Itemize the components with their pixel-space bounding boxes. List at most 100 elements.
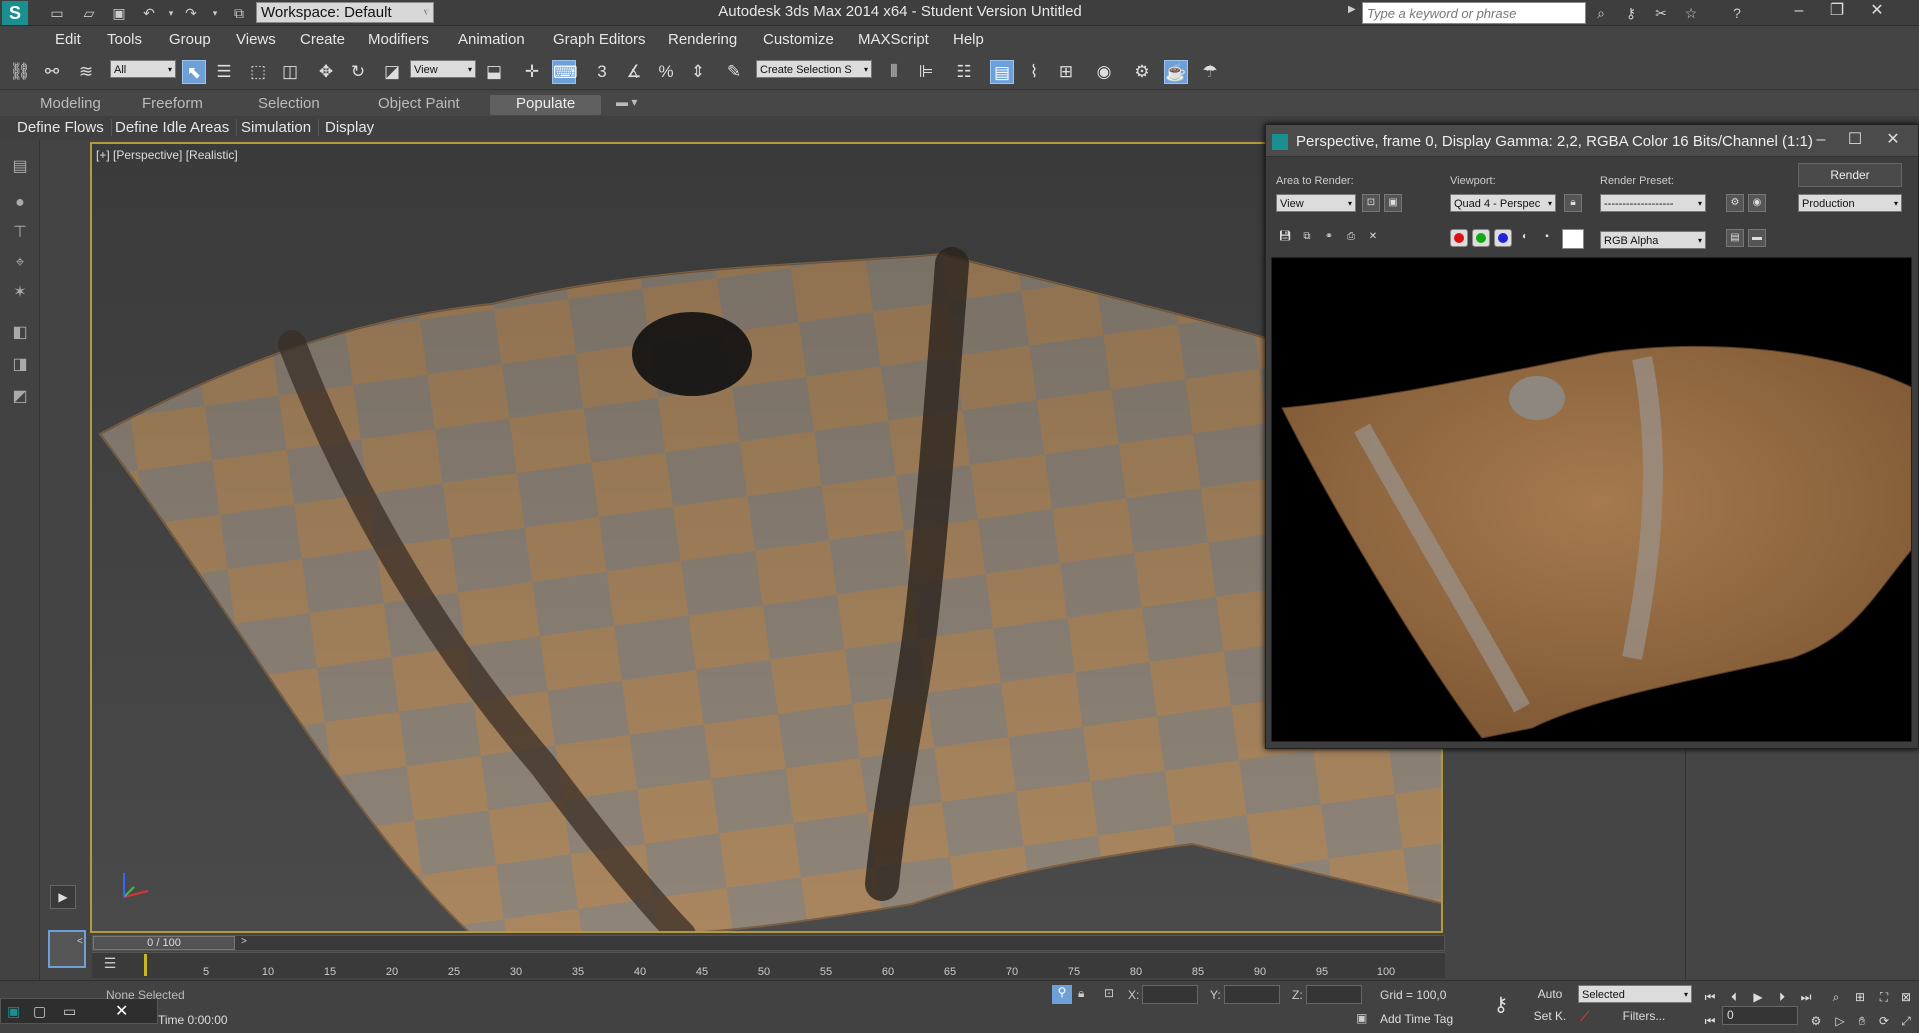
close-icon[interactable]: ✕ <box>1860 1 1894 21</box>
clone-frame-icon[interactable]: ⚭ <box>1320 229 1338 247</box>
schematic-view-icon[interactable]: ⊞ <box>1054 60 1078 84</box>
listener-logo-icon[interactable]: ▣ <box>7 1003 20 1020</box>
material-editor-icon[interactable]: ◉ <box>1092 60 1116 84</box>
area-to-render-select[interactable]: View ▾ <box>1276 194 1356 212</box>
menu-animation[interactable]: Animation <box>458 31 525 48</box>
time-slider-thumb[interactable]: 0 / 100 <box>93 936 235 950</box>
render-setup-icon[interactable]: ⚙ <box>1726 194 1744 212</box>
key-mode-toggle-icon[interactable]: ⏮ <box>1700 1012 1720 1030</box>
expand-panel-icon[interactable]: ◩ <box>7 384 33 410</box>
binoculars-icon[interactable]: ⌕ <box>1590 3 1612 23</box>
time-tag-icon[interactable]: ▣ <box>1356 1011 1367 1025</box>
save-icon[interactable]: ▣ <box>108 3 130 23</box>
tab-modeling[interactable]: Modeling <box>40 95 101 115</box>
ribbon-options-icon[interactable]: ▬ ▾ <box>616 95 637 115</box>
rendered-image[interactable] <box>1271 257 1912 742</box>
zoom-extents-all-icon[interactable]: ⊠ <box>1896 988 1916 1006</box>
menu-modifiers[interactable]: Modifiers <box>368 31 429 48</box>
set-key-mode-key-icon[interactable]: ⚷ <box>1486 992 1516 1018</box>
time-configuration-icon[interactable]: ⚙ <box>1806 1012 1826 1030</box>
render-setup-icon[interactable]: ⚙ <box>1130 60 1154 84</box>
toggle-ui-icon[interactable]: ▬ <box>1748 229 1766 247</box>
lock-viewport-icon[interactable]: 🔒︎ <box>1564 194 1582 212</box>
selection-filter-select[interactable]: All ▾ <box>110 60 176 78</box>
isolate-selection-icon[interactable]: ⚲ <box>1052 985 1072 1004</box>
angle-snap-icon[interactable]: ∡ <box>622 60 646 84</box>
expand-viewport-arrow-icon[interactable]: ▶ <box>50 885 76 909</box>
listener-window-icon[interactable]: ▢ <box>33 1003 46 1020</box>
play-icon[interactable]: ▶ <box>1748 988 1768 1006</box>
keyboard-shortcut-override-icon[interactable]: ⌨ <box>552 60 578 84</box>
pivot-point-icon[interactable]: ⬓ <box>482 60 506 84</box>
monochrome-icon[interactable]: ▪ <box>1538 229 1556 247</box>
quick-access-dropdown-icon[interactable]: ▾ <box>416 3 438 23</box>
production-select[interactable]: Production ▾ <box>1798 194 1902 212</box>
next-frame-icon[interactable]: ⏵ <box>1772 988 1792 1006</box>
reference-coordinate-select[interactable]: View ▾ <box>410 60 476 78</box>
menu-group[interactable]: Group <box>169 31 211 48</box>
link-icon[interactable]: ⛓ <box>8 60 32 84</box>
named-selection-select[interactable]: Create Selection S ▾ <box>756 60 872 78</box>
mirror-icon[interactable]: ⫴ <box>882 60 906 84</box>
z-coord-field[interactable] <box>1306 985 1362 1004</box>
create-geometry-icon[interactable]: ● <box>7 190 33 216</box>
restore-icon[interactable]: ❐ <box>1820 1 1854 21</box>
maximize-viewport-icon[interactable]: ⤢ <box>1896 1012 1916 1030</box>
go-to-end-icon[interactable]: ⏭ <box>1796 988 1816 1006</box>
define-flows-panel[interactable]: Define Flows <box>10 119 112 136</box>
display-channel-select[interactable]: RGB Alpha ▾ <box>1600 231 1706 249</box>
menu-rendering[interactable]: Rendering <box>668 31 737 48</box>
scene-explorer-icon[interactable]: ▤ <box>7 154 33 180</box>
tab-freeform[interactable]: Freeform <box>142 95 203 115</box>
absolute-mode-icon[interactable]: ⊡ <box>1104 986 1114 1000</box>
previous-frame-icon[interactable]: ⏴ <box>1724 988 1744 1006</box>
select-manipulate-icon[interactable]: ✛ <box>520 60 544 84</box>
render-window-maximize-icon[interactable]: ☐ <box>1840 129 1870 151</box>
unlink-icon[interactable]: ⚯ <box>40 60 64 84</box>
render-window-close-icon[interactable]: ✕ <box>1878 129 1908 151</box>
green-channel-toggle[interactable] <box>1472 229 1490 247</box>
zoom-all-icon[interactable]: ⊞ <box>1850 988 1870 1006</box>
motion-panel-icon[interactable]: ✶ <box>7 280 33 306</box>
default-tangent-icon[interactable]: ⟋ <box>1580 1008 1590 1025</box>
menu-tools[interactable]: Tools <box>107 31 142 48</box>
select-by-name-icon[interactable]: ☰ <box>212 60 236 84</box>
listener-panel-icon[interactable]: ▭ <box>63 1003 76 1020</box>
curve-editor-icon[interactable]: ⌇ <box>1022 60 1046 84</box>
zoom-extents-icon[interactable]: ⛶ <box>1874 988 1894 1006</box>
time-slider[interactable]: 0 / 100 < > <box>77 935 1445 951</box>
tab-object-paint[interactable]: Object Paint <box>378 95 460 115</box>
key-filter-select[interactable]: Selected ▾ <box>1578 985 1692 1003</box>
render-window-minimize-icon[interactable]: – <box>1806 129 1836 151</box>
project-folder-icon[interactable]: ⧉ <box>228 3 250 23</box>
select-scale-icon[interactable]: ◪ <box>380 60 404 84</box>
render-production-icon[interactable]: ☕ <box>1164 60 1188 84</box>
redo-dropdown-icon[interactable]: ▾ <box>204 3 226 23</box>
menu-edit[interactable]: Edit <box>55 31 81 48</box>
menu-maxscript[interactable]: MAXScript <box>858 31 929 48</box>
display-panel[interactable]: Display <box>318 119 381 136</box>
auto-region-icon[interactable]: ▣ <box>1384 194 1402 212</box>
undo-icon[interactable]: ↶ <box>138 3 160 23</box>
window-crossing-icon[interactable]: ◫ <box>278 60 302 84</box>
time-prev-arrow-icon[interactable]: < <box>77 936 83 947</box>
mini-curve-editor-icon[interactable]: ☰ <box>100 955 120 975</box>
environment-effects-icon[interactable]: ◉ <box>1748 194 1766 212</box>
minimize-icon[interactable]: – <box>1782 1 1816 21</box>
clear-image-icon[interactable]: ✕ <box>1364 229 1382 247</box>
menu-views[interactable]: Views <box>236 31 276 48</box>
layer-explorer-icon[interactable]: ☷ <box>952 60 976 84</box>
zoom-icon[interactable]: ⌕ <box>1826 988 1846 1006</box>
copy-image-icon[interactable]: ⧉ <box>1298 229 1316 247</box>
set-key-button[interactable]: Set K. <box>1530 1006 1570 1026</box>
search-expand-icon[interactable]: ▶ <box>1348 4 1356 15</box>
rendered-frame-window[interactable]: Perspective, frame 0, Display Gamma: 2,2… <box>1265 124 1919 749</box>
listener-close-icon[interactable]: ✕ <box>115 1001 128 1021</box>
align-icon[interactable]: ⊫ <box>914 60 938 84</box>
red-channel-toggle[interactable] <box>1450 229 1468 247</box>
x-coord-field[interactable] <box>1142 985 1198 1004</box>
subscription-key-icon[interactable]: ⚷ <box>1620 3 1642 23</box>
edit-named-selection-icon[interactable]: ✎ <box>722 60 746 84</box>
open-file-icon[interactable]: ▱ <box>78 3 100 23</box>
terrain-mesh[interactable] <box>92 144 1443 933</box>
